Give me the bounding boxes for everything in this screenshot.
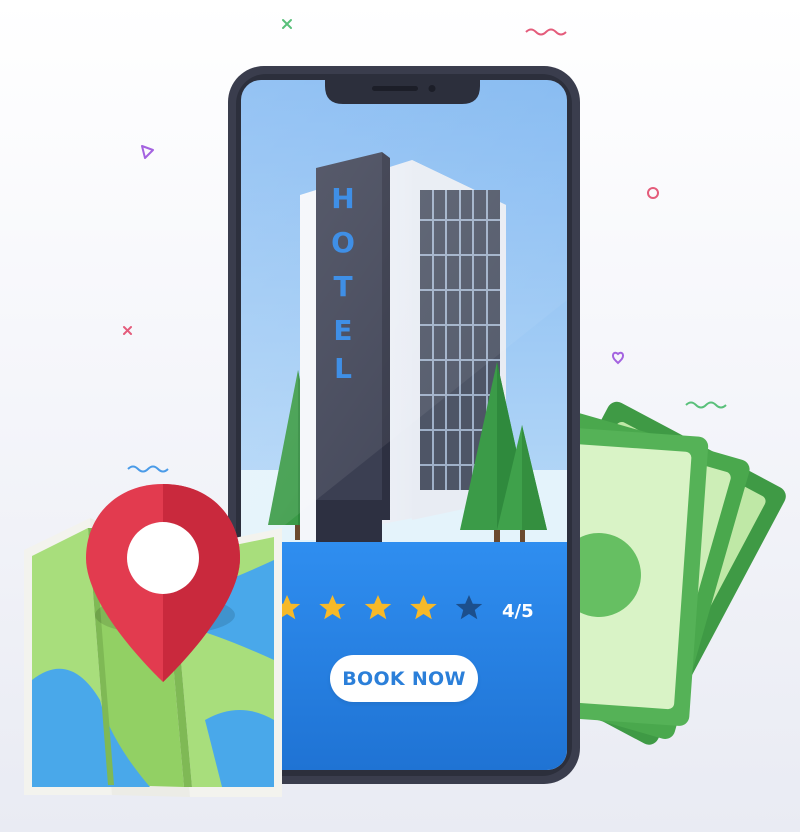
phone-notch xyxy=(325,76,480,104)
hotel-sign-letter: O xyxy=(331,226,355,259)
hotel-sign-letter: E xyxy=(333,314,352,347)
hotel-sign: H O T E L xyxy=(331,182,355,385)
rating-text: 4/5 xyxy=(502,601,534,622)
book-now-button[interactable]: BOOK NOW xyxy=(330,655,478,702)
hotel-sign-letter: L xyxy=(334,352,352,385)
hotel-sign-letter: H xyxy=(331,182,354,215)
hotel-booking-illustration: H O T E L 4/5 xyxy=(24,19,786,797)
hotel-sign-letter: T xyxy=(333,270,352,303)
